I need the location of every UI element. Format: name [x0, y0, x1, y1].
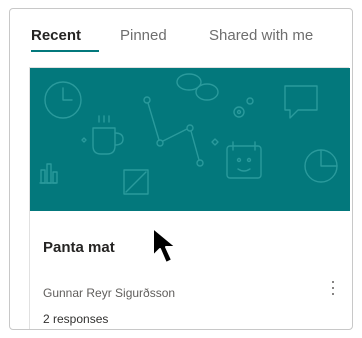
node-graph-icon: [143, 96, 204, 167]
chat-bubble-icon: [176, 73, 219, 101]
tab-recent[interactable]: Recent: [31, 27, 81, 45]
form-card-banner: [30, 68, 350, 211]
gears-icon: [233, 97, 254, 118]
coffee-cup-icon: [92, 115, 124, 155]
speech-bubble-icon: [284, 85, 318, 119]
mouse-pointer-icon: [152, 227, 177, 264]
form-title: Panta mat: [43, 239, 115, 256]
form-owner: Gunnar Reyr Sigurðsson: [43, 286, 176, 300]
pie-chart-icon: [304, 149, 338, 183]
more-options-button[interactable]: [322, 274, 344, 300]
clock-icon: [44, 81, 82, 119]
tab-bar: Recent Pinned Shared with me: [10, 9, 352, 61]
checkbox-icon: [123, 169, 149, 195]
form-response-count: 2 responses: [43, 312, 109, 326]
more-vertical-icon: [332, 281, 334, 283]
calendar-icon: [226, 141, 262, 179]
tab-shared-with-me[interactable]: Shared with me: [209, 27, 313, 45]
bar-chart-icon: [39, 163, 58, 184]
tab-pinned[interactable]: Pinned: [120, 27, 167, 45]
forms-panel: Recent Pinned Shared with me Panta mat G…: [9, 8, 353, 330]
active-tab-indicator: [31, 50, 99, 52]
form-card[interactable]: Panta mat Gunnar Reyr Sigurðsson 2 respo…: [29, 67, 350, 329]
